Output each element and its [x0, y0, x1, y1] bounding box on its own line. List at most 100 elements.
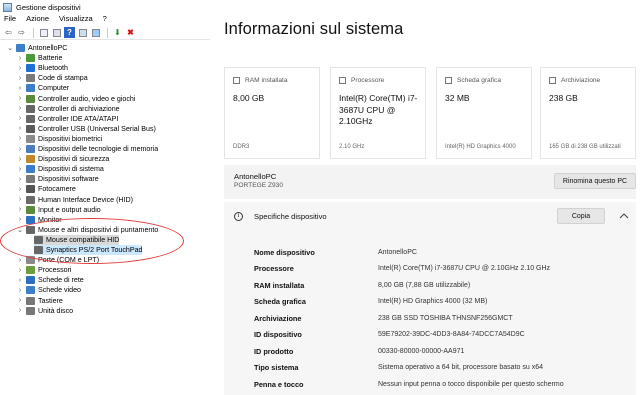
chevron-right-icon[interactable]: › — [16, 156, 24, 163]
card-label: RAM installata — [245, 77, 288, 84]
spec-key: Tipo sistema — [254, 363, 299, 372]
show-hidden-icon[interactable] — [51, 27, 62, 38]
tree-item-category[interactable]: › Dispositivi biometrici — [16, 134, 102, 144]
card-storage: Archiviazione 238 GB 165 GB di 238 GB ut… — [540, 67, 636, 159]
menu-help[interactable]: ? — [103, 14, 107, 26]
chevron-right-icon[interactable]: › — [16, 257, 24, 264]
chevron-right-icon[interactable]: › — [16, 95, 24, 102]
spec-value: Nessun input penna o tocco disponibile p… — [378, 380, 564, 388]
chevron-right-icon[interactable]: › — [16, 115, 24, 122]
device-specs-panel: i Specifiche dispositivo Copia Nome disp… — [224, 202, 636, 395]
tree-item-category[interactable]: › Dispositivi di sistema — [16, 164, 104, 174]
tree-item-label: Code di stampa — [38, 74, 88, 83]
spec-value: AntonelloPC — [378, 248, 417, 256]
tree-item-label: Dispositivi delle tecnologie di memoria — [38, 145, 159, 153]
tree-item-category[interactable]: › Dispositivi di sicurezza — [16, 154, 109, 164]
tree-item-category[interactable]: › Unità disco — [16, 306, 73, 316]
info-icon: i — [234, 212, 243, 221]
tree-item-category[interactable]: › Dispositivi delle tecnologie di memoria — [16, 144, 158, 154]
specs-header[interactable]: i Specifiche dispositivo Copia — [224, 202, 636, 230]
tree-item-label: AntonelloPC — [28, 44, 68, 52]
pc-name-bar: AntonelloPC PORTEGE Z930 Rinomina questo… — [224, 165, 636, 199]
tree-item-category[interactable]: › Controller di archiviazione — [16, 104, 120, 114]
menu-visualizza[interactable]: Visualizza — [59, 14, 93, 26]
tree-item-category[interactable]: › Computer — [16, 83, 69, 93]
chevron-right-icon[interactable]: › — [16, 65, 24, 72]
card-graphics: Scheda grafica 32 MB Intel(R) HD Graphic… — [436, 67, 532, 159]
monitor-icon[interactable] — [90, 27, 101, 38]
settings-about-page: Informazioni sul sistema RAM installata … — [210, 0, 640, 395]
tree-item-label: Dispositivi di sistema — [38, 165, 104, 174]
tree-item-category[interactable]: › Fotocamere — [16, 184, 76, 194]
chevron-right-icon[interactable]: › — [16, 297, 24, 304]
chevron-right-icon[interactable]: › — [16, 267, 24, 274]
back-arrow-icon[interactable]: ⇦ — [3, 27, 14, 38]
tree-root[interactable]: ⌄ AntonelloPC — [6, 43, 67, 53]
tree-item-label: Tastiere — [38, 296, 63, 305]
tree-item-label: Input e output audio — [38, 205, 101, 214]
tree-item-category[interactable]: › Schede di rete — [16, 275, 84, 285]
tree-item-category[interactable]: › Processori — [16, 265, 72, 275]
tree-item-label: Dispositivi di sicurezza — [38, 155, 110, 164]
tree-item-category[interactable]: › Input e output audio — [16, 205, 101, 215]
chevron-right-icon[interactable]: › — [16, 125, 24, 132]
card-value: Intel(R) Core(TM) i7-3687U CPU @ 2.10GHz — [339, 93, 418, 126]
chevron-right-icon[interactable]: › — [16, 216, 24, 223]
tree-item-category[interactable]: › Bluetooth — [16, 63, 68, 73]
tree-item-label: Fotocamere — [38, 185, 76, 194]
tree-item-category[interactable]: › Tastiere — [16, 296, 63, 306]
chevron-right-icon[interactable]: › — [16, 186, 24, 193]
menu-file[interactable]: File — [4, 14, 16, 26]
tree-item-label: Unità disco — [38, 306, 74, 315]
menu-azione[interactable]: Azione — [26, 14, 49, 26]
copy-button[interactable]: Copia — [557, 208, 605, 224]
card-processor: Processore Intel(R) Core(TM) i7-3687U CP… — [330, 67, 426, 159]
spec-row: Nome dispositivo AntonelloPC — [254, 246, 634, 258]
tree-item-category[interactable]: › Controller IDE ATA/ATAPI — [16, 114, 118, 124]
forward-arrow-icon[interactable]: ⇨ — [16, 27, 27, 38]
card-foot: 165 GB di 238 GB utilizzati — [549, 144, 621, 150]
chevron-right-icon[interactable]: › — [16, 307, 24, 314]
pc-name: AntonelloPC — [234, 172, 277, 181]
spec-key: Penna e tocco — [254, 379, 304, 389]
card-foot: 2.10 GHz — [339, 144, 365, 150]
pc-model: PORTEGE Z930 — [234, 182, 283, 189]
chevron-right-icon[interactable]: › — [16, 146, 24, 153]
tree-item-category[interactable]: › Controller USB (Universal Serial Bus) — [16, 124, 156, 134]
tree-item-label: Batterie — [38, 54, 63, 63]
uninstall-icon[interactable]: ✖ — [125, 27, 136, 38]
tree-item-category[interactable]: › Controller audio, video e giochi — [16, 94, 135, 104]
view-icon[interactable] — [77, 27, 88, 38]
chevron-right-icon[interactable]: › — [16, 287, 24, 294]
tree-item-category[interactable]: › Schede video — [16, 285, 81, 295]
chevron-right-icon[interactable]: › — [16, 206, 24, 213]
chevron-right-icon[interactable]: › — [16, 75, 24, 82]
card-label: Processore — [351, 77, 385, 84]
tree-item-category[interactable]: › Code di stampa — [16, 73, 88, 83]
spec-row: Tipo sistema Sistema operativo a 64 bit, … — [254, 362, 634, 374]
chevron-right-icon[interactable]: › — [16, 135, 24, 142]
usb-icon — [26, 124, 35, 133]
toolbar-separator — [33, 27, 34, 38]
chevron-right-icon[interactable]: › — [16, 105, 24, 112]
chevron-right-icon[interactable]: › — [16, 196, 24, 203]
chevron-right-icon[interactable]: › — [16, 85, 24, 92]
chevron-up-icon[interactable] — [618, 211, 630, 221]
device-manager-window: Gestione dispositivi File Azione Visuali… — [0, 0, 210, 395]
expand-down-icon[interactable]: ⌄ — [6, 44, 14, 52]
chevron-right-icon[interactable]: › — [16, 176, 24, 183]
biometric-icon — [26, 134, 35, 143]
tree-item-category[interactable]: › Human Interface Device (HID) — [16, 195, 133, 205]
help-icon[interactable]: ? — [64, 27, 75, 38]
spec-row: Penna e tocco Nessun input penna o tocco … — [254, 378, 634, 390]
rename-pc-button[interactable]: Rinomina questo PC — [554, 173, 636, 189]
update-driver-icon[interactable]: ⬇ — [112, 27, 123, 38]
tree-item-category[interactable]: › Batterie — [16, 53, 62, 63]
chevron-right-icon[interactable]: › — [16, 277, 24, 284]
chevron-right-icon[interactable]: › — [16, 166, 24, 173]
tree-item-label: Controller USB (Universal Serial Bus) — [38, 124, 156, 133]
properties-icon[interactable] — [38, 27, 49, 38]
tree-item-category[interactable]: › Dispositivi software — [16, 174, 99, 184]
chevron-right-icon[interactable]: › — [16, 55, 24, 62]
specs-title: Specifiche dispositivo — [254, 212, 327, 221]
